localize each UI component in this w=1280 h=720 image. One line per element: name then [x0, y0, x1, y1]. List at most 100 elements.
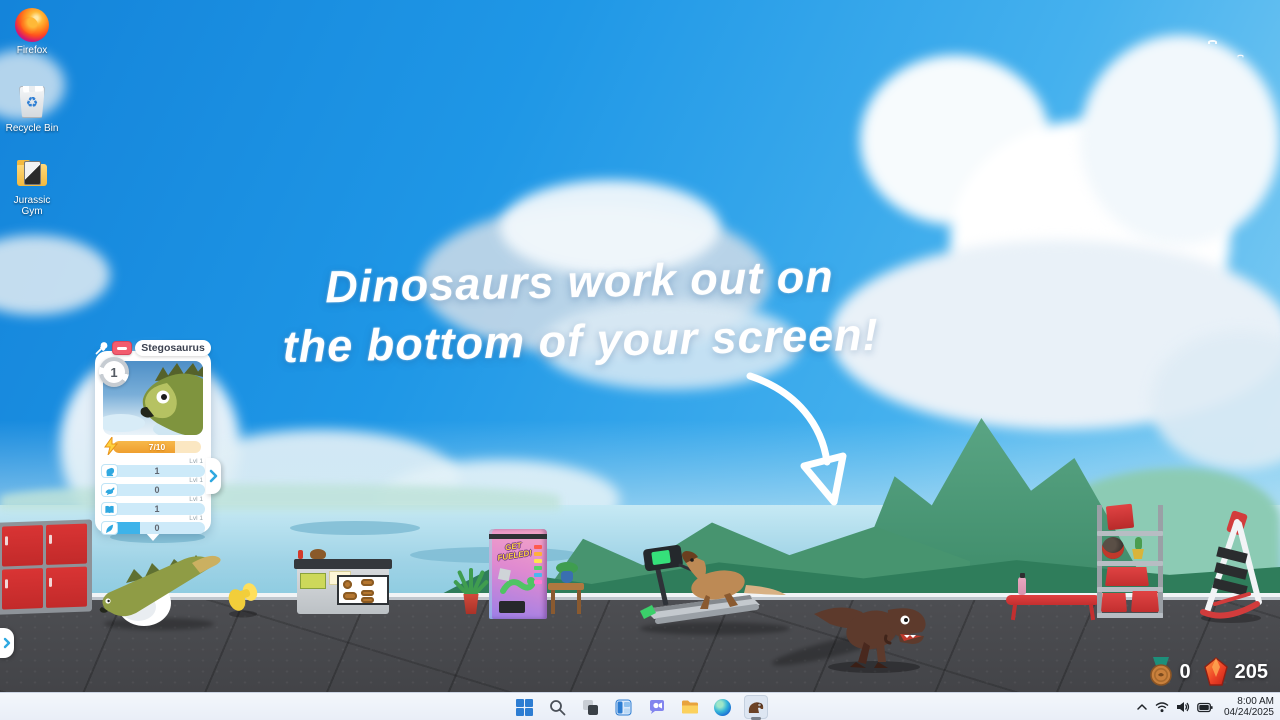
gem-count: 205: [1235, 661, 1268, 684]
search-icon: [549, 699, 566, 716]
gym-ball: [1102, 537, 1124, 559]
counter-body: [297, 569, 389, 614]
card-header: Stegosaurus: [95, 340, 211, 356]
promo-headline: Dinosaurs work out on the bottom of your…: [209, 244, 951, 377]
widgets-button[interactable]: [612, 695, 636, 719]
bench-leg: [1089, 604, 1095, 620]
table-leg: [577, 590, 581, 614]
stat-row-speed: Lvl 1 0: [101, 477, 205, 496]
desktop-screen: Firefox ♻ Recycle Bin Jurassic Gym Dinos…: [0, 0, 1280, 720]
battery-icon[interactable]: [1197, 702, 1213, 713]
widgets-icon: [615, 699, 632, 716]
table-leg: [551, 590, 555, 614]
red-box: [1106, 504, 1134, 531]
dino-name-title: Stegosaurus: [135, 340, 211, 356]
snack-counter[interactable]: [294, 551, 392, 614]
start-button[interactable]: [513, 695, 537, 719]
hand-drawn-arrow: [740, 366, 860, 516]
vending-top: [489, 534, 547, 539]
chat-icon: [648, 699, 666, 716]
taskbar: 8:00 AM 04/24/2025: [0, 692, 1280, 720]
level-value: 1: [103, 361, 125, 383]
chevron-up-icon[interactable]: [1136, 701, 1148, 713]
side-table[interactable]: [548, 569, 584, 616]
wifi-icon[interactable]: [1155, 701, 1169, 713]
plant-pot: [462, 594, 480, 614]
file-explorer-button[interactable]: [678, 695, 702, 719]
chevron-right-icon: [3, 637, 11, 649]
stat-row-creativity: Lvl 1 0: [101, 515, 205, 534]
energy-value: 7/10: [113, 441, 201, 453]
vending-machine[interactable]: GETFUELED!: [489, 529, 547, 619]
treadmill-with-dino[interactable]: [628, 543, 793, 631]
table-top: [548, 583, 584, 590]
firefox-icon: [15, 8, 49, 42]
vending-slot: [499, 601, 525, 613]
level-badge: 1: [99, 357, 129, 387]
edge-icon: [714, 699, 731, 716]
jurassic-gym-taskbar-button[interactable]: [744, 695, 768, 719]
gem-counter: 205: [1203, 657, 1268, 687]
red-bin: [1105, 567, 1149, 586]
stat-row-knowledge: Lvl 1 1: [101, 496, 205, 515]
desktop-icon-label: Firefox: [2, 45, 62, 56]
pastry-display: [337, 575, 389, 605]
energy-bar: 7/10: [105, 440, 201, 454]
minimize-card-button[interactable]: [112, 341, 132, 355]
counter-top: [294, 559, 392, 569]
t-rex[interactable]: [812, 574, 930, 674]
stat-row-strength: Lvl 1 1: [101, 458, 205, 477]
water-bottle: [1018, 577, 1026, 595]
volume-icon[interactable]: [1176, 701, 1190, 713]
food-pot: [310, 549, 326, 559]
potted-plant[interactable]: [458, 558, 484, 614]
stair-climber[interactable]: [1195, 508, 1265, 624]
shelf-board: [1097, 613, 1163, 618]
energy-bolt-icon: [103, 437, 119, 455]
red-bench[interactable]: [1006, 583, 1100, 621]
chat-button[interactable]: [645, 695, 669, 719]
red-lockers[interactable]: [0, 519, 92, 614]
table-plant-pot: [561, 571, 573, 583]
card-next-button[interactable]: [206, 458, 221, 494]
desktop-icon-recycle-bin[interactable]: ♻ Recycle Bin: [2, 86, 62, 134]
bird: [1208, 40, 1217, 44]
recycle-bin-icon: ♻: [15, 86, 49, 120]
yellow-toy[interactable]: [224, 570, 262, 618]
file-explorer-icon: [681, 699, 699, 715]
card-content: 1: [95, 351, 211, 533]
dino-info-card: Stegosaurus 1: [95, 340, 211, 540]
jurassic-gym-app-icon: [747, 699, 765, 716]
bench-seat: [1006, 595, 1100, 605]
expand-panel-tab[interactable]: [0, 628, 14, 658]
shelf-board: [1097, 531, 1163, 536]
taskbar-clock[interactable]: 8:00 AM 04/24/2025: [1220, 696, 1274, 718]
gem-icon: [1203, 657, 1229, 687]
desktop-icon-label: Jurassic Gym: [2, 195, 62, 217]
desktop-icon-firefox[interactable]: Firefox: [2, 8, 62, 56]
desktop-icon-jurassic-gym[interactable]: Jurassic Gym: [2, 158, 62, 217]
windows-start-icon: [516, 699, 533, 716]
vending-items: [534, 545, 542, 593]
jurassic-gym-folder-icon: [15, 158, 49, 192]
stegosaurus-on-ball[interactable]: [92, 535, 227, 627]
task-view-button[interactable]: [579, 695, 603, 719]
clock-date: 04/24/2025: [1224, 707, 1274, 718]
shelf-board: [1097, 561, 1163, 566]
plant-leaves: [458, 564, 484, 598]
medal-count: 0: [1180, 661, 1191, 684]
cactus: [1135, 537, 1142, 550]
menu-screen: [300, 573, 326, 589]
currency-bar: 0 205: [1148, 655, 1269, 689]
pin-icon[interactable]: [95, 341, 109, 355]
search-button[interactable]: [546, 695, 570, 719]
bench-leg: [1011, 604, 1017, 620]
bird: [1237, 55, 1243, 58]
cactus-pot: [1131, 549, 1145, 559]
taskbar-center-icons: [0, 693, 1280, 720]
red-bin: [1131, 591, 1159, 612]
chevron-right-icon: [209, 469, 218, 483]
clock-time: 8:00 AM: [1224, 696, 1274, 707]
storage-shelf[interactable]: [1097, 505, 1163, 618]
edge-button[interactable]: [711, 695, 735, 719]
